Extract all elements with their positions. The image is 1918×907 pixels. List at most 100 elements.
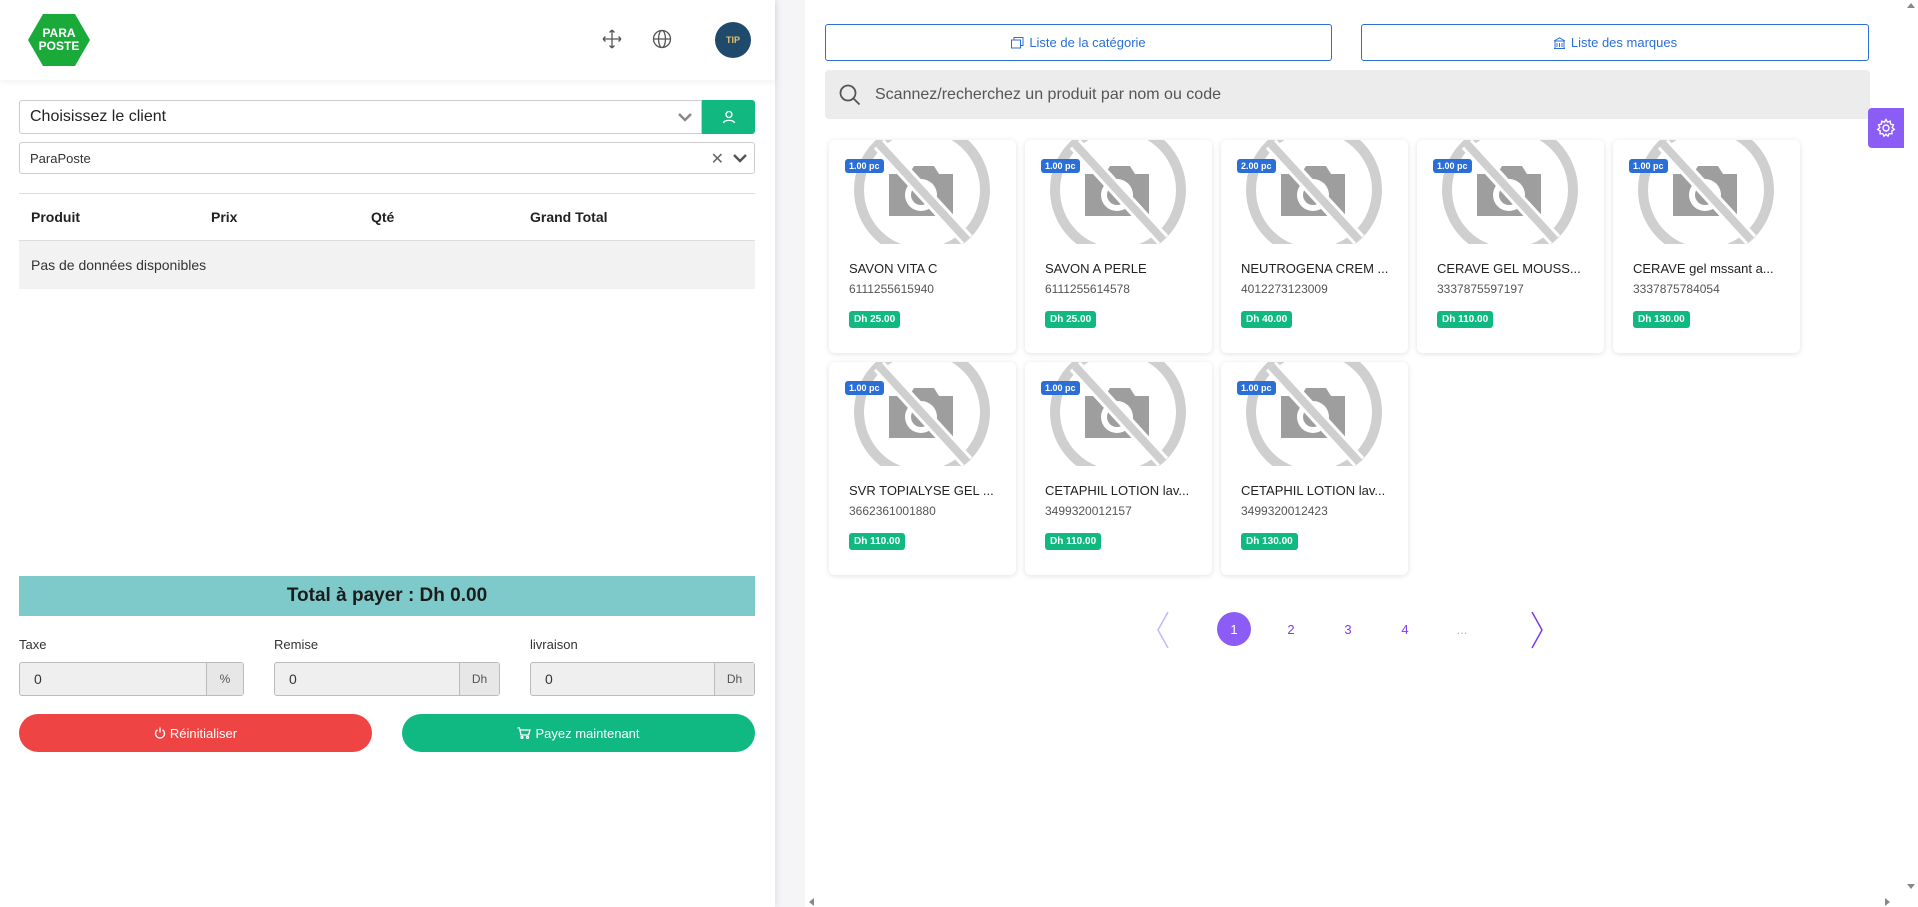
stock-qty-badge: 1.00 pc [1629,159,1668,173]
page-2[interactable]: 2 [1274,612,1308,646]
search-icon [825,84,875,106]
product-name: CETAPHIL LOTION lav... [1045,483,1190,498]
stock-qty-badge: 1.00 pc [1237,381,1276,395]
cart-panel: PARA POSTE TIP Choisissez le client Para… [0,0,775,907]
shipping-label: livraison [530,637,578,652]
product-card[interactable]: 1.00 pc SAVON VITA C 6111255615940 Dh 25.00 [829,140,1016,353]
table-header: Produit Prix Qté Grand Total [19,194,755,241]
product-code: 3662361001880 [849,504,936,518]
product-code: 3499320012157 [1045,504,1132,518]
category-list-label: Liste de la catégorie [1029,35,1146,50]
product-price-badge: Dh 130.00 [1241,533,1298,550]
power-icon [154,727,165,739]
reset-label: Réinitialiser [169,725,238,741]
store-select[interactable]: ParaPoste ✕ [19,142,755,174]
no-image-icon [1045,140,1192,244]
product-name: CERAVE gel mssant a... [1633,261,1774,276]
product-name: CERAVE GEL MOUSS... [1437,261,1581,276]
next-page-icon[interactable] [1527,610,1547,650]
product-card[interactable]: 2.00 pc NEUTROGENA CREM ... 4012273123009 D… [1221,140,1408,353]
stock-qty-badge: 1.00 pc [845,381,884,395]
reset-button[interactable]: Réinitialiser [19,714,372,752]
prev-page-icon[interactable] [1153,610,1173,650]
chevron-down-icon [677,109,693,130]
clear-icon[interactable]: ✕ [711,149,724,169]
settings-gear-button[interactable] [1868,108,1904,148]
no-image-icon [1633,140,1780,244]
language-globe-icon[interactable] [649,26,675,52]
pay-now-button[interactable]: Payez maintenant [402,714,755,752]
product-card[interactable]: 1.00 pc CERAVE gel mssant a... 33378757840… [1613,140,1800,353]
tax-field[interactable]: 0 % [19,662,244,696]
discount-field[interactable]: 0 Dh [274,662,500,696]
product-name: SAVON VITA C [849,261,938,276]
search-input[interactable] [875,85,1870,104]
no-image-icon [849,362,996,466]
product-name: NEUTROGENA CREM ... [1241,261,1389,276]
product-price-badge: Dh 25.00 [1045,311,1097,328]
brand-list-button[interactable]: Liste des marques [1361,24,1869,61]
col-product: Produit [31,209,80,225]
avatar[interactable]: TIP [715,22,751,58]
tax-input[interactable]: 0 [20,663,206,695]
stock-qty-badge: 1.00 pc [1433,159,1472,173]
no-image-icon [849,140,996,244]
category-list-button[interactable]: Liste de la catégorie [825,24,1332,61]
product-card[interactable]: 1.00 pc SAVON A PERLE 6111255614578 Dh 25.0… [1025,140,1212,353]
pagination: 1 2 3 4 ... [805,610,1918,652]
product-code: 4012273123009 [1241,282,1328,296]
product-card[interactable]: 1.00 pc SVR TOPIALYSE GEL ... 366236100188… [829,362,1016,575]
logo[interactable]: PARA POSTE [27,12,91,68]
page-1[interactable]: 1 [1217,612,1251,646]
avatar-text: TIP [725,35,740,45]
client-select-placeholder: Choisissez le client [30,108,167,125]
brand-list-label: Liste des marques [1570,35,1678,50]
product-name: SVR TOPIALYSE GEL ... [849,483,994,498]
stock-qty-badge: 1.00 pc [1041,159,1080,173]
cart-icon [517,727,532,739]
client-row: Choisissez le client [19,100,755,134]
store-select-value: ParaPoste [30,150,91,166]
product-card[interactable]: 1.00 pc CETAPHIL LOTION lav... 34993200121… [1025,362,1212,575]
product-card[interactable]: 1.00 pc CETAPHIL LOTION lav... 34993200124… [1221,362,1408,575]
no-image-icon [1045,362,1192,466]
product-price-badge: Dh 110.00 [1437,311,1494,328]
product-code: 3337875597197 [1437,282,1524,296]
top-bar: PARA POSTE TIP [0,0,775,80]
product-card[interactable]: 1.00 pc CERAVE GEL MOUSS... 3337875597197 D… [1417,140,1604,353]
add-client-button[interactable] [702,100,755,134]
no-image-icon [1437,140,1584,244]
shipping-unit: Dh [714,663,754,695]
user-icon [722,110,735,124]
client-select[interactable]: Choisissez le client [19,100,702,134]
product-name: CETAPHIL LOTION lav... [1241,483,1386,498]
building-icon [1553,36,1566,49]
horizontal-scrollbar[interactable] [805,895,1918,907]
empty-row: Pas de données disponibles [19,241,755,289]
col-price: Prix [211,209,238,225]
shipping-field[interactable]: 0 Dh [530,662,755,696]
catalog-panel: Liste de la catégorie Liste des marques … [805,0,1918,907]
stock-qty-badge: 1.00 pc [845,159,884,173]
logo-text-bottom: POSTE [38,39,80,53]
page-3[interactable]: 3 [1331,612,1365,646]
stock-qty-badge: 2.00 pc [1237,159,1276,173]
product-price-badge: Dh 110.00 [849,533,906,550]
total-to-pay: Total à payer : Dh 0.00 [19,576,755,616]
product-name: SAVON A PERLE [1045,261,1147,276]
product-code: 6111255614578 [1045,282,1130,296]
page-4[interactable]: 4 [1388,612,1422,646]
discount-input[interactable]: 0 [275,663,459,695]
stock-qty-badge: 1.00 pc [1041,381,1080,395]
discount-label: Remise [274,637,319,652]
vertical-scrollbar[interactable] [1904,0,1918,907]
gear-icon [1876,118,1896,138]
fullscreen-icon[interactable] [599,26,625,52]
product-code: 6111255615940 [849,282,934,296]
no-image-icon [1241,140,1388,244]
product-code: 3499320012423 [1241,504,1328,518]
tax-label: Taxe [19,637,47,652]
product-search[interactable] [825,70,1870,119]
shipping-input[interactable]: 0 [531,663,714,695]
pay-now-label: Payez maintenant [535,725,640,741]
